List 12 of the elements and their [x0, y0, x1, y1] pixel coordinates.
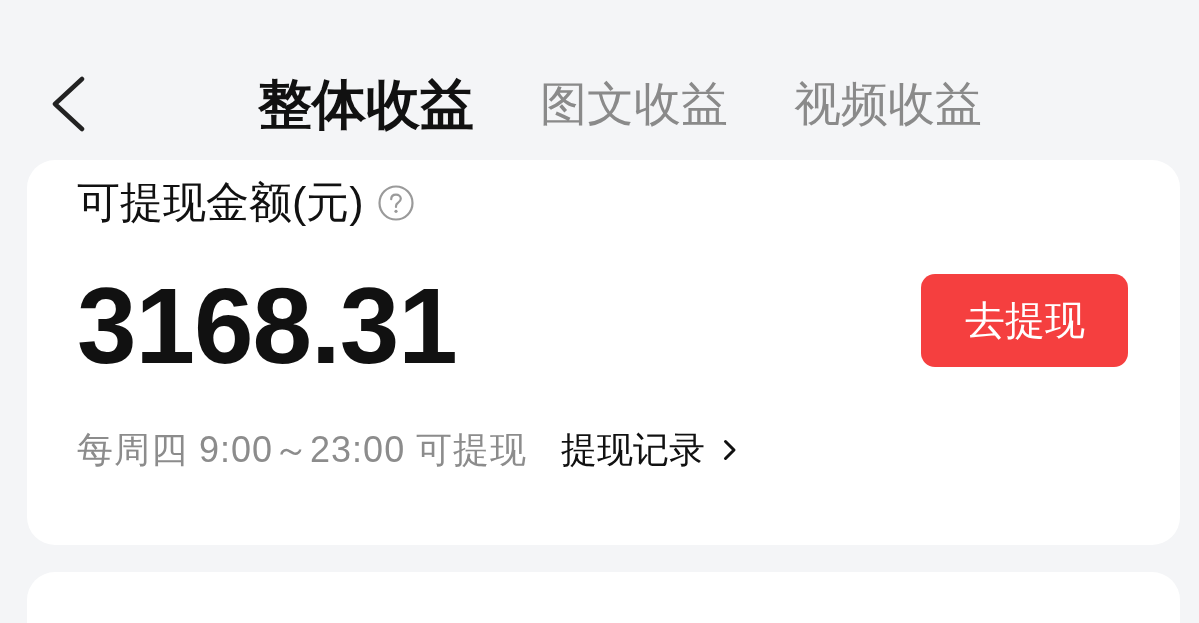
withdraw-records-link[interactable]: 提现记录	[561, 428, 738, 472]
tab[interactable]: 图文收益	[540, 75, 728, 133]
balance-label: 可提现金额(元)	[77, 178, 364, 228]
tab[interactable]: 整体收益	[258, 71, 474, 137]
back-button[interactable]	[50, 76, 86, 132]
balance-amount: 3168.31	[77, 273, 457, 381]
back-chevron-icon	[50, 76, 86, 132]
chevron-right-icon	[723, 439, 738, 462]
withdraw-schedule: 每周四 9:00～23:00 可提现	[77, 428, 528, 472]
help-icon[interactable]	[377, 184, 414, 221]
tab[interactable]: 视频收益	[794, 75, 982, 133]
withdraw-button[interactable]: 去提现	[921, 274, 1128, 368]
